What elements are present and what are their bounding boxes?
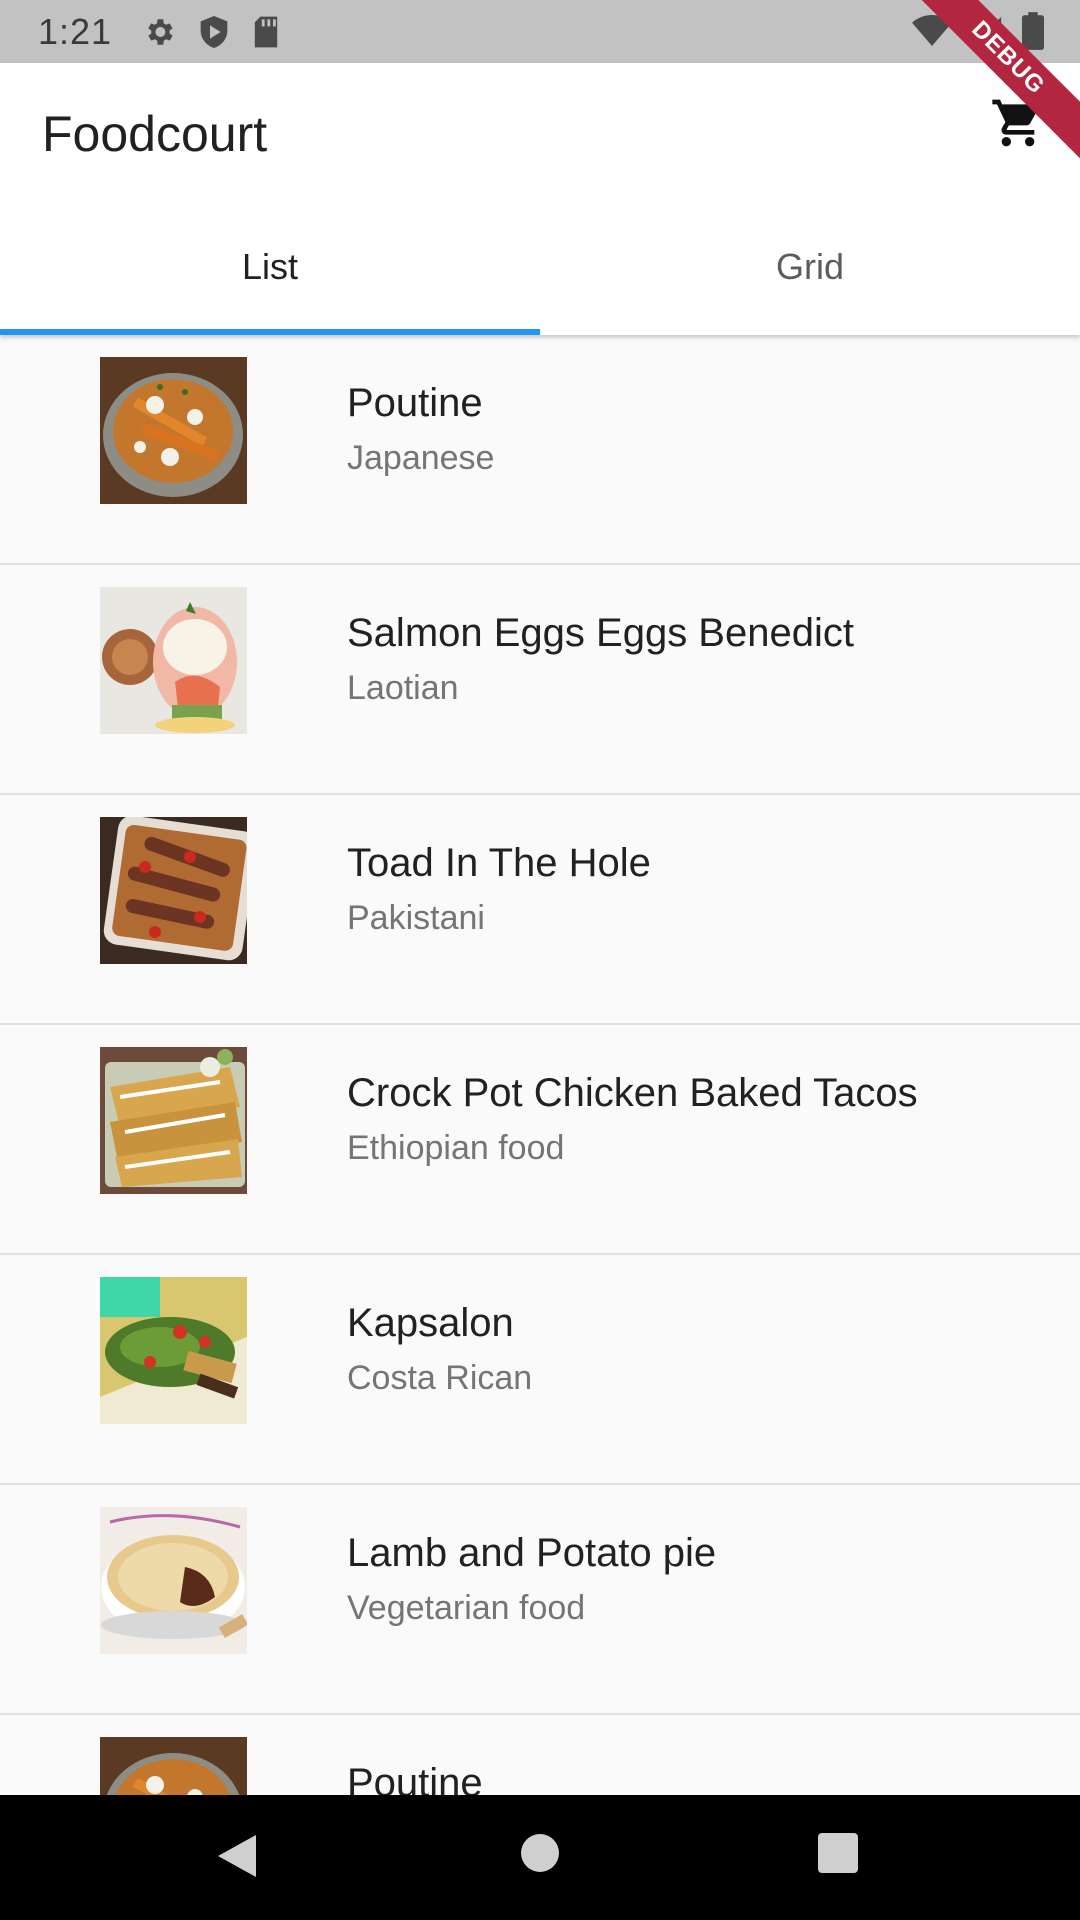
food-thumbnail — [100, 1507, 247, 1654]
food-thumbnail — [100, 587, 247, 734]
list-item[interactable]: Toad In The Hole Pakistani — [0, 795, 1080, 1025]
app-bar: Foodcourt List Grid — [0, 63, 1080, 335]
battery-icon — [1022, 12, 1044, 50]
tab-list[interactable]: List — [0, 199, 540, 335]
list-item[interactable]: Crock Pot Chicken Baked Tacos Ethiopian … — [0, 1025, 1080, 1255]
item-title: Crock Pot Chicken Baked Tacos — [347, 1071, 918, 1115]
list-item[interactable]: Lamb and Potato pie Vegetarian food — [0, 1485, 1080, 1715]
home-icon[interactable] — [521, 1834, 559, 1872]
item-subtitle: Japanese — [347, 439, 495, 477]
item-subtitle: Pakistani — [347, 899, 485, 937]
food-thumbnail — [100, 817, 247, 964]
item-title: Salmon Eggs Eggs Benedict — [347, 611, 854, 655]
list-item[interactable]: Salmon Eggs Eggs Benedict Laotian — [0, 565, 1080, 795]
list-item[interactable]: Poutine Japanese — [0, 335, 1080, 565]
food-list[interactable]: Poutine Japanese Salmon Eggs Eggs Benedi… — [0, 335, 1080, 1795]
sd-card-icon — [254, 16, 278, 47]
food-thumbnail — [100, 1277, 247, 1424]
list-item[interactable]: Kapsalon Costa Rican — [0, 1255, 1080, 1485]
page-title: Foodcourt — [42, 106, 268, 162]
status-icons-left — [142, 14, 280, 50]
item-title: Toad In The Hole — [347, 841, 651, 885]
item-subtitle: Ethiopian food — [347, 1129, 565, 1167]
item-subtitle: Laotian — [347, 669, 459, 707]
settings-icon — [148, 18, 173, 45]
tab-bar: List Grid — [0, 199, 1080, 335]
item-title: Poutine — [347, 1761, 483, 1795]
tab-indicator — [0, 329, 540, 335]
item-title: Kapsalon — [347, 1301, 514, 1345]
food-thumbnail — [100, 357, 247, 504]
recent-apps-icon[interactable] — [818, 1833, 858, 1873]
shield-icon — [200, 15, 228, 48]
back-icon[interactable] — [216, 1833, 258, 1879]
status-bar: 1:21 — [0, 0, 1080, 63]
list-item[interactable]: Poutine — [0, 1715, 1080, 1795]
food-thumbnail — [100, 1737, 247, 1795]
item-subtitle: Vegetarian food — [347, 1589, 586, 1627]
item-title: Lamb and Potato pie — [347, 1531, 717, 1575]
navigation-bar — [0, 1795, 1080, 1920]
tab-grid[interactable]: Grid — [540, 199, 1080, 335]
tab-grid-label: Grid — [775, 246, 844, 287]
food-thumbnail — [100, 1047, 247, 1194]
item-subtitle: Costa Rican — [347, 1359, 533, 1397]
tab-list-label: List — [241, 246, 299, 287]
item-title: Poutine — [347, 381, 483, 425]
status-time: 1:21 — [38, 10, 113, 52]
